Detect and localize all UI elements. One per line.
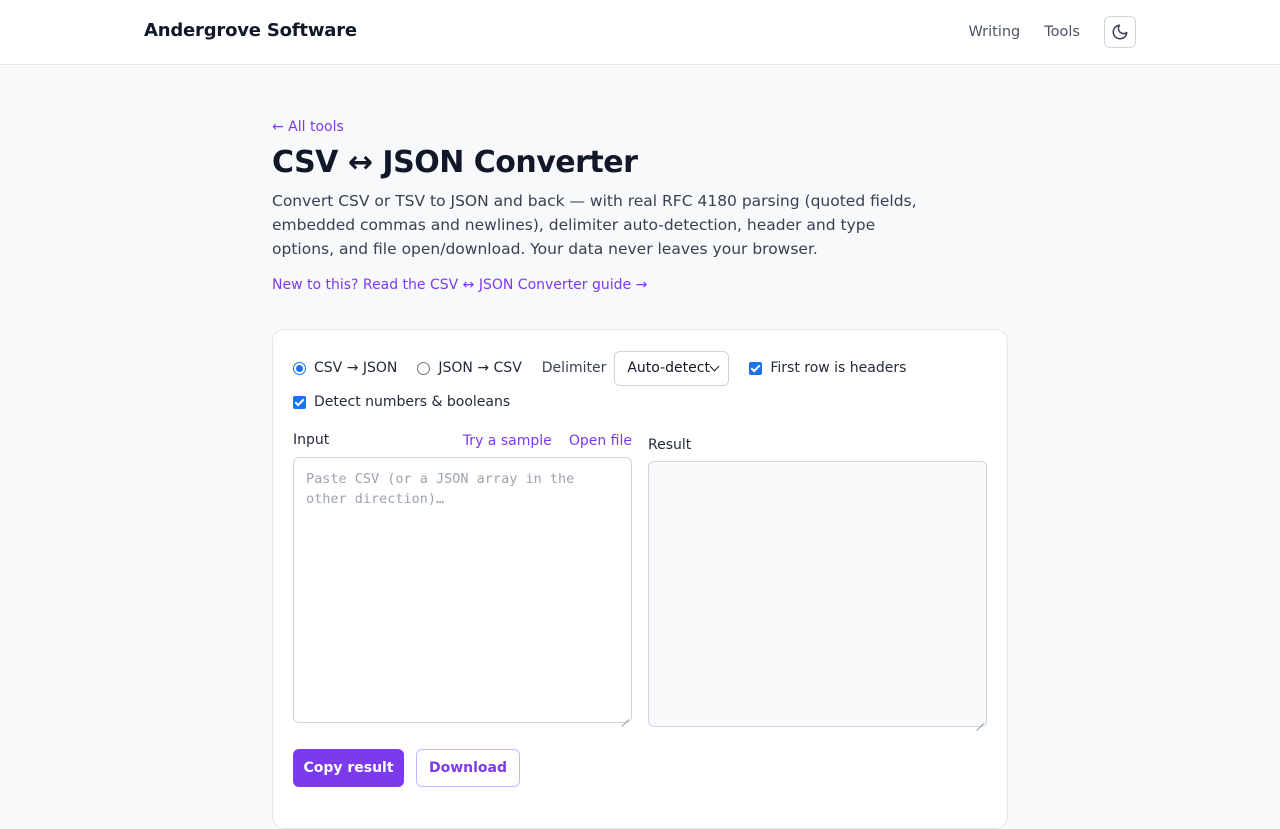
brand-logo[interactable]: Andergrove Software	[144, 20, 357, 41]
moon-icon	[1112, 24, 1128, 40]
delimiter-label: Delimiter	[541, 360, 607, 376]
nav-writing[interactable]: Writing	[968, 24, 1020, 40]
mode-json-to-csv-label: JSON → CSV	[438, 360, 522, 376]
page-description: Convert CSV or TSV to JSON and back — wi…	[272, 192, 917, 258]
input-textarea[interactable]: Paste CSV (or a JSON array in the other …	[293, 457, 632, 723]
open-file-link[interactable]: Open file	[569, 433, 632, 449]
try-sample-link[interactable]: Try a sample	[463, 433, 552, 449]
nav-tools[interactable]: Tools	[1044, 24, 1080, 40]
resize-handle-icon[interactable]	[975, 715, 984, 724]
detect-types-checkbox[interactable]	[293, 395, 306, 409]
delimiter-select[interactable]: Auto-detect	[614, 350, 730, 386]
guide-link[interactable]: New to this? Read the CSV ↔ JSON Convert…	[272, 277, 647, 293]
download-button[interactable]: Download	[416, 749, 520, 787]
page-title: CSV ↔ JSON Converter	[272, 145, 638, 180]
back-to-tools-link[interactable]: ← All tools	[272, 119, 344, 135]
input-placeholder: Paste CSV (or a JSON array in the other …	[306, 471, 575, 507]
site-header: Andergrove Software Writing Tools	[0, 0, 1280, 65]
resize-handle-icon[interactable]	[620, 711, 629, 720]
theme-toggle-button[interactable]	[1104, 16, 1136, 48]
headers-option[interactable]: First row is headers	[749, 360, 906, 376]
main-nav: Writing Tools	[968, 16, 1136, 48]
headers-checkbox[interactable]	[749, 361, 763, 375]
page-intro: ← All tools CSV ↔ JSON Converter Convert…	[272, 116, 1008, 293]
detect-types-label: Detect numbers & booleans	[314, 394, 511, 410]
converter-card: CSV → JSON JSON → CSV Delimiter Auto-det…	[272, 329, 1008, 829]
headers-label: First row is headers	[770, 360, 907, 376]
result-textarea[interactable]	[648, 461, 987, 727]
chevron-down-icon	[709, 361, 720, 371]
input-actions: Try a sample Open file	[451, 430, 632, 449]
result-header: Result	[648, 434, 691, 453]
options-row-2: Detect numbers & booleans	[293, 394, 530, 410]
mode-json-to-csv[interactable]: JSON → CSV	[417, 360, 522, 376]
detect-types-option[interactable]: Detect numbers & booleans	[293, 394, 510, 410]
mode-csv-to-json-radio[interactable]	[293, 361, 306, 375]
delimiter-value: Auto-detect	[627, 360, 710, 376]
input-header: Input Try a sample Open file	[293, 430, 632, 450]
mode-csv-to-json-label: CSV → JSON	[314, 360, 398, 376]
options-row: CSV → JSON JSON → CSV Delimiter Auto-det…	[293, 350, 926, 386]
mode-json-to-csv-radio[interactable]	[417, 361, 431, 375]
input-label: Input	[293, 431, 330, 448]
result-label: Result	[648, 437, 692, 453]
copy-result-button[interactable]: Copy result	[293, 749, 404, 787]
mode-csv-to-json[interactable]: CSV → JSON	[293, 360, 397, 376]
